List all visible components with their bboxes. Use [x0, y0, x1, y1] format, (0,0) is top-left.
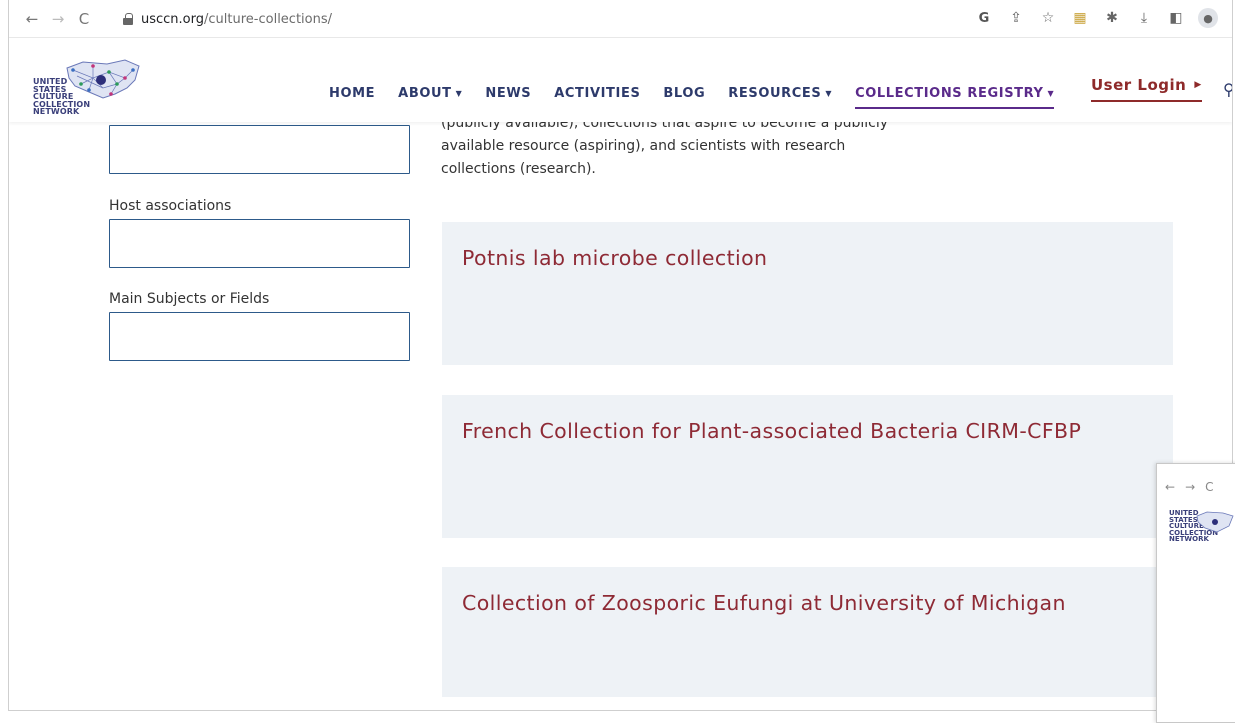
reload-icon[interactable]: C [1205, 480, 1213, 494]
filter-input-top[interactable] [109, 125, 410, 174]
nav-home[interactable]: HOME [329, 86, 375, 101]
download-icon[interactable]: ⤓ [1134, 8, 1154, 28]
browser-window: ← → C usccn.org/culture-collections/ G ⇪… [8, 0, 1233, 711]
collection-title[interactable]: Collection of Zoosporic Eufungi at Unive… [462, 587, 1153, 619]
collection-title[interactable]: Potnis lab microbe collection [462, 242, 1153, 274]
nav-about[interactable]: ABOUT ▼ [398, 86, 462, 101]
back-arrow-icon[interactable]: ← [1165, 480, 1175, 494]
back-arrow-icon[interactable]: ← [21, 8, 43, 30]
search-icon[interactable]: ⚲ [1223, 80, 1232, 99]
profile-icon[interactable]: ● [1198, 8, 1218, 28]
share-icon[interactable]: ⇪ [1006, 8, 1026, 28]
extension-icon[interactable]: ▦ [1070, 8, 1090, 28]
collection-card[interactable]: Collection of Zoosporic Eufungi at Unive… [442, 567, 1173, 697]
nav-blog[interactable]: BLOG [663, 86, 705, 101]
main-subjects-label: Main Subjects or Fields [109, 291, 270, 307]
forward-arrow-icon[interactable]: → [47, 8, 69, 30]
browser-toolbar: ← → C usccn.org/culture-collections/ G ⇪… [9, 0, 1232, 38]
caret-down-icon: ▼ [455, 89, 463, 98]
collection-card[interactable]: French Collection for Plant-associated B… [442, 395, 1173, 538]
url-domain: usccn.org [141, 11, 205, 27]
site-logo[interactable]: UNITED STATES CULTURE COLLECTION NETWORK [33, 56, 143, 116]
overlay-nav-buttons: ← → C [1165, 480, 1214, 494]
sidepanel-icon[interactable]: ◧ [1166, 8, 1186, 28]
intro-paragraph: (publicly available), collections that a… [441, 115, 889, 177]
nav-news[interactable]: NEWS [485, 86, 531, 101]
google-icon[interactable]: G [974, 8, 994, 28]
caret-down-icon: ▼ [825, 89, 833, 98]
url-path: /culture-collections/ [204, 11, 333, 27]
nav-collections-registry[interactable]: COLLECTIONS REGISTRY ▼ [855, 86, 1055, 109]
browser-extensions: G ⇪ ☆ ▦ ✱ ⤓ ◧ ● [974, 8, 1218, 28]
host-associations-input[interactable] [109, 219, 410, 268]
user-login-link[interactable]: User Login ▶ [1091, 76, 1202, 102]
collection-card[interactable]: Potnis lab microbe collection [442, 222, 1173, 365]
host-associations-label: Host associations [109, 198, 232, 214]
forward-arrow-icon[interactable]: → [1185, 480, 1195, 494]
star-icon[interactable]: ☆ [1038, 8, 1058, 28]
site-header: UNITED STATES CULTURE COLLECTION NETWORK [9, 38, 1232, 122]
main-subjects-input[interactable] [109, 312, 410, 361]
caret-right-icon: ▶ [1194, 80, 1202, 90]
main-navigation: HOME ABOUT ▼ NEWS ACTIVITIES BLOG RESOURC… [329, 78, 1077, 109]
address-bar[interactable]: usccn.org/culture-collections/ [123, 6, 332, 32]
collection-title[interactable]: French Collection for Plant-associated B… [462, 415, 1153, 447]
reload-icon[interactable]: C [73, 8, 95, 30]
overlapping-browser-window[interactable]: ← → C UNITED STATES CULTURE COLLECTION N… [1156, 463, 1235, 723]
puzzle-icon[interactable]: ✱ [1102, 8, 1122, 28]
nav-activities[interactable]: ACTIVITIES [554, 86, 640, 101]
nav-resources[interactable]: RESOURCES ▼ [728, 86, 832, 101]
lock-icon [123, 13, 133, 25]
us-map-network-icon [1196, 511, 1234, 533]
caret-down-icon: ▼ [1047, 89, 1055, 98]
us-map-network-icon [66, 59, 140, 99]
